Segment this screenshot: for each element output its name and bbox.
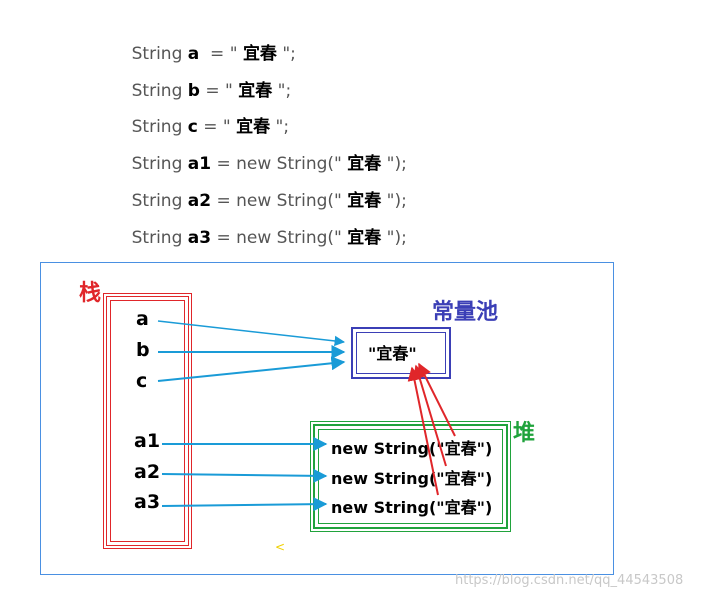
arrow-a3-to-heap	[161, 497, 328, 512]
watermark: https://blog.csdn.net/qq_44543508	[455, 573, 684, 588]
stray-marker: <	[275, 540, 286, 554]
arrow-a-to-pool	[157, 320, 346, 347]
arrow-heap2-to-pool	[412, 364, 447, 467]
arrow-heap3-to-pool	[407, 366, 439, 496]
reference-arrows	[157, 320, 456, 512]
arrow-a2-to-heap	[161, 468, 328, 483]
arrow-c-to-pool	[157, 356, 346, 382]
